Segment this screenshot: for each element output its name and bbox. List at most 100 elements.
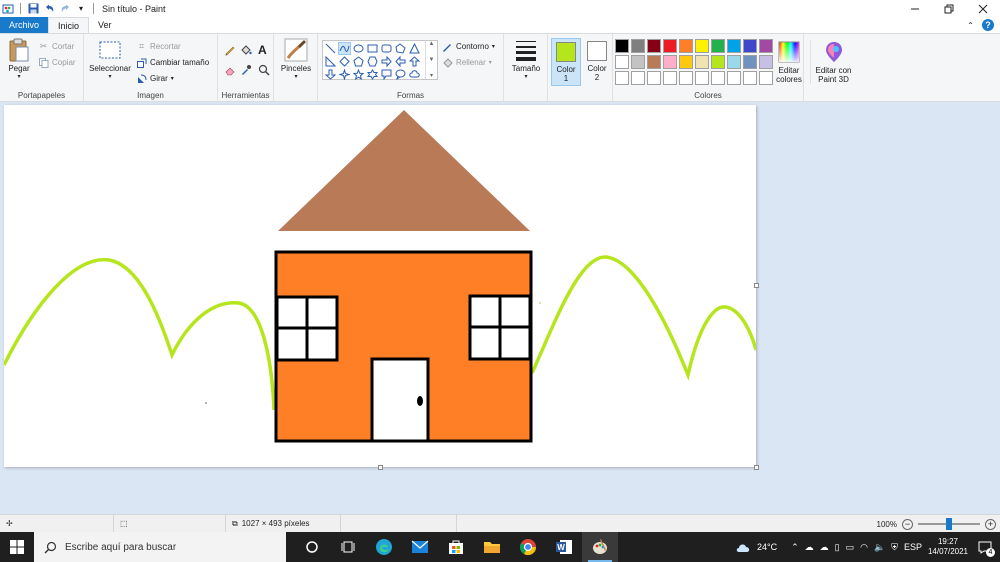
up-arrow-shape-icon[interactable] [408,55,421,68]
copy-button[interactable]: Copiar [38,57,76,68]
zoom-out-icon[interactable]: − [902,518,913,530]
hexagon-shape-icon[interactable] [366,55,379,68]
shapes-scrollbar[interactable]: ▲ ▼ ▾ [425,41,437,79]
palette-swatch[interactable] [759,39,773,53]
palette-swatch[interactable] [631,39,645,53]
rectangle-shape-icon[interactable] [366,42,379,55]
color1-button[interactable]: Color 1 [551,38,581,86]
crop-button[interactable]: ⌗ Recortar [136,41,181,52]
temperature[interactable]: 24°C [757,542,777,552]
palette-swatch[interactable] [743,39,757,53]
custom-color-slot[interactable] [711,71,725,85]
notification-center-icon[interactable]: 4 [974,536,996,558]
start-button[interactable] [0,532,34,562]
color2-button[interactable]: Color 2 [582,38,612,86]
brushes-button[interactable]: Pinceles ▾ [280,38,312,82]
palette-swatch[interactable] [711,55,725,69]
select-button[interactable]: Seleccionar ▾ [87,38,133,82]
palette-swatch[interactable] [647,39,661,53]
resize-handle-corner[interactable] [754,465,759,470]
cortana-icon[interactable] [294,532,330,562]
custom-color-slot[interactable] [631,71,645,85]
close-icon[interactable] [966,0,1000,17]
file-explorer-icon[interactable] [474,532,510,562]
minimize-icon[interactable] [898,0,932,17]
battery-icon[interactable]: ▭ [846,542,855,553]
four-point-star-icon[interactable] [338,68,351,81]
pentagon-shape-icon[interactable] [352,55,365,68]
word-icon[interactable]: W [546,532,582,562]
rounded-rectangle-shape-icon[interactable] [380,42,393,55]
text-icon[interactable]: A [258,43,267,57]
onedrive-icon[interactable]: ☁ [805,542,814,553]
custom-color-slot[interactable] [727,71,741,85]
polygon-shape-icon[interactable] [394,42,407,55]
zoom-slider[interactable] [918,518,980,530]
help-icon[interactable]: ? [982,19,994,31]
oval-shape-icon[interactable] [352,42,365,55]
custom-color-slot[interactable] [647,71,661,85]
store-icon[interactable] [438,532,474,562]
cloud-callout-icon[interactable] [408,68,421,81]
triangle-shape-icon[interactable] [408,42,421,55]
drawing-canvas[interactable] [2,105,759,470]
clock[interactable]: 19:27 14/07/2021 [928,537,968,557]
edit-colors-button[interactable]: Editar colores [772,40,806,84]
tab-view[interactable]: Ver [89,17,121,33]
customize-icon[interactable]: ▾ [75,3,87,15]
rotate-button[interactable]: Girar ▾ [136,73,174,84]
palette-swatch[interactable] [647,55,661,69]
cloud-icon[interactable]: ☁ [820,542,829,553]
taskbar-search-box[interactable]: Escribe aquí para buscar [34,532,286,562]
device-icon[interactable]: ▯ [835,542,840,553]
scroll-up-icon[interactable]: ▲ [429,41,435,47]
cut-button[interactable]: ✂ Cortar [38,41,75,52]
size-button[interactable]: Tamaño ▾ [510,38,542,82]
scroll-down-icon[interactable]: ▼ [429,57,435,63]
resize-handle-bottom[interactable] [378,465,383,470]
palette-swatch[interactable] [631,55,645,69]
undo-icon[interactable] [43,3,55,15]
custom-color-slot[interactable] [743,71,757,85]
custom-color-slot[interactable] [615,71,629,85]
zoom-in-icon[interactable]: + [985,518,996,530]
palette-swatch[interactable] [679,39,693,53]
chrome-icon[interactable] [510,532,546,562]
rect-callout-icon[interactable] [380,68,393,81]
collapse-ribbon-icon[interactable]: ⌃ [967,21,974,30]
palette-swatch[interactable] [695,55,709,69]
task-view-icon[interactable] [330,532,366,562]
eraser-icon[interactable] [224,64,236,76]
palette-swatch[interactable] [663,39,677,53]
tab-home[interactable]: Inicio [48,17,90,33]
oval-callout-icon[interactable] [394,68,407,81]
line-shape-icon[interactable] [324,42,337,55]
zoom-slider-thumb[interactable] [946,518,952,530]
five-point-star-icon[interactable] [352,68,365,81]
right-triangle-shape-icon[interactable] [324,55,337,68]
palette-swatch[interactable] [727,55,741,69]
mail-icon[interactable] [402,532,438,562]
show-hidden-icons-icon[interactable]: ⌃ [791,542,799,553]
palette-swatch[interactable] [711,39,725,53]
save-icon[interactable] [27,3,39,15]
redo-icon[interactable] [59,3,71,15]
palette-swatch[interactable] [727,39,741,53]
custom-color-slot[interactable] [679,71,693,85]
right-arrow-shape-icon[interactable] [380,55,393,68]
color-picker-icon[interactable] [240,64,252,76]
custom-color-slot[interactable] [663,71,677,85]
palette-swatch[interactable] [615,39,629,53]
paste-button[interactable]: Pegar ▾ [4,38,34,82]
resize-button[interactable]: Cambiar tamaño [136,57,209,68]
diamond-shape-icon[interactable] [338,55,351,68]
left-arrow-shape-icon[interactable] [394,55,407,68]
outline-button[interactable]: Contorno ▾ [442,41,495,52]
paint-app-icon[interactable] [2,3,14,15]
curve-shape-icon[interactable] [338,42,351,55]
palette-swatch[interactable] [679,55,693,69]
palette-swatch[interactable] [759,55,773,69]
palette-swatch[interactable] [663,55,677,69]
pencil-icon[interactable] [224,44,236,56]
fill-bucket-icon[interactable] [240,44,252,56]
